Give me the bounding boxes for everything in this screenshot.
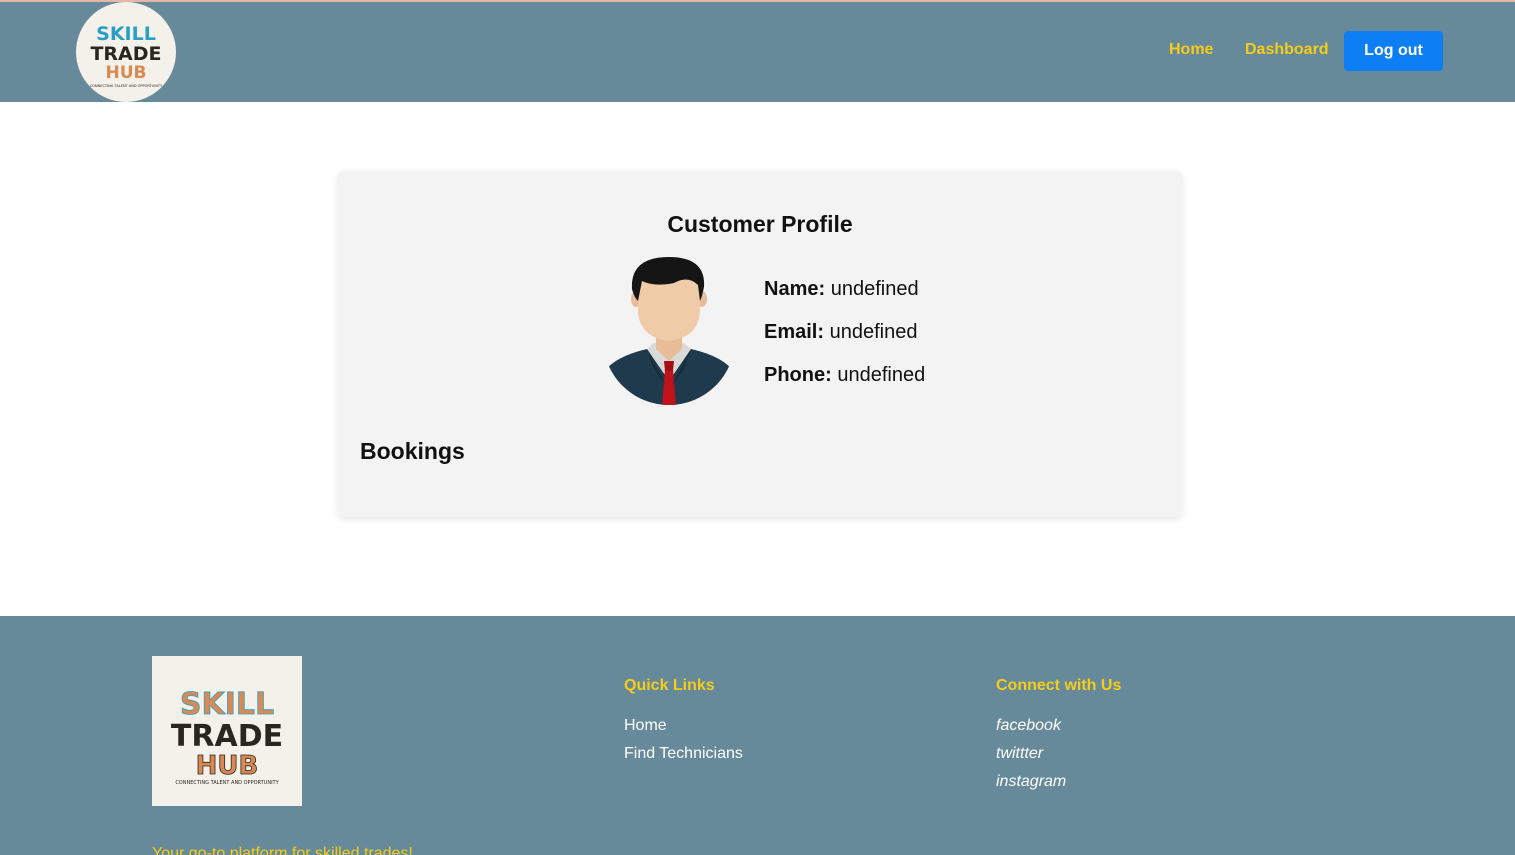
footer-logo-graphic: SKILL TRADE HUB CONNECTING TALENT AND OP… <box>171 687 283 786</box>
footer-logo: SKILL TRADE HUB CONNECTING TALENT AND OP… <box>152 656 302 806</box>
name-row: Name: undefined <box>764 278 919 301</box>
logo-tagline: CONNECTING TALENT AND OPPORTUNITY <box>90 84 163 88</box>
name-value: undefined <box>830 278 919 300</box>
profile-card: Customer Profile Name: undefined Email: … <box>338 171 1182 517</box>
footer-logo-line-2: TRADE <box>171 719 283 754</box>
social-link-twitter[interactable]: twittter <box>996 745 1043 763</box>
footer-logo-tagline: CONNECTING TALENT AND OPPORTUNITY <box>175 780 279 786</box>
phone-label: Phone: <box>764 364 832 386</box>
businessman-avatar-icon <box>602 257 736 409</box>
logo-line-1: SKILL <box>96 23 156 45</box>
footer-link-find-technicians[interactable]: Find Technicians <box>624 745 743 763</box>
email-label: Email: <box>764 321 825 343</box>
logout-button[interactable]: Log out <box>1344 31 1443 71</box>
footer-link-home[interactable]: Home <box>624 717 667 735</box>
site-footer: SKILL TRADE HUB CONNECTING TALENT AND OP… <box>0 616 1515 855</box>
social-link-instagram[interactable]: instagram <box>996 773 1066 791</box>
social-link-facebook[interactable]: facebook <box>996 717 1061 735</box>
site-header: SKILL TRADE HUB CONNECTING TALENT AND OP… <box>0 2 1515 102</box>
phone-row: Phone: undefined <box>764 364 925 387</box>
connect-heading: Connect with Us <box>996 677 1122 694</box>
page-title: Customer Profile <box>667 211 853 237</box>
phone-value: undefined <box>837 364 926 386</box>
logo-line-3: HUB <box>106 63 147 83</box>
email-row: Email: undefined <box>764 321 917 344</box>
quick-links-heading: Quick Links <box>624 677 715 694</box>
logo-line-2: TRADE <box>90 43 161 65</box>
logo-graphic: SKILL TRADE HUB CONNECTING TALENT AND OP… <box>90 23 163 88</box>
footer-logo-line-1: SKILL <box>180 687 274 722</box>
email-value: undefined <box>829 321 918 343</box>
bookings-heading: Bookings <box>360 438 465 464</box>
site-logo[interactable]: SKILL TRADE HUB CONNECTING TALENT AND OP… <box>76 2 176 102</box>
nav-home-link[interactable]: Home <box>1169 41 1213 59</box>
name-label: Name: <box>764 278 826 300</box>
nav-dashboard-link[interactable]: Dashboard <box>1245 41 1329 59</box>
footer-logo-line-3: HUB <box>196 751 259 781</box>
footer-tagline: Your go-to platform for skilled trades! <box>152 845 413 855</box>
